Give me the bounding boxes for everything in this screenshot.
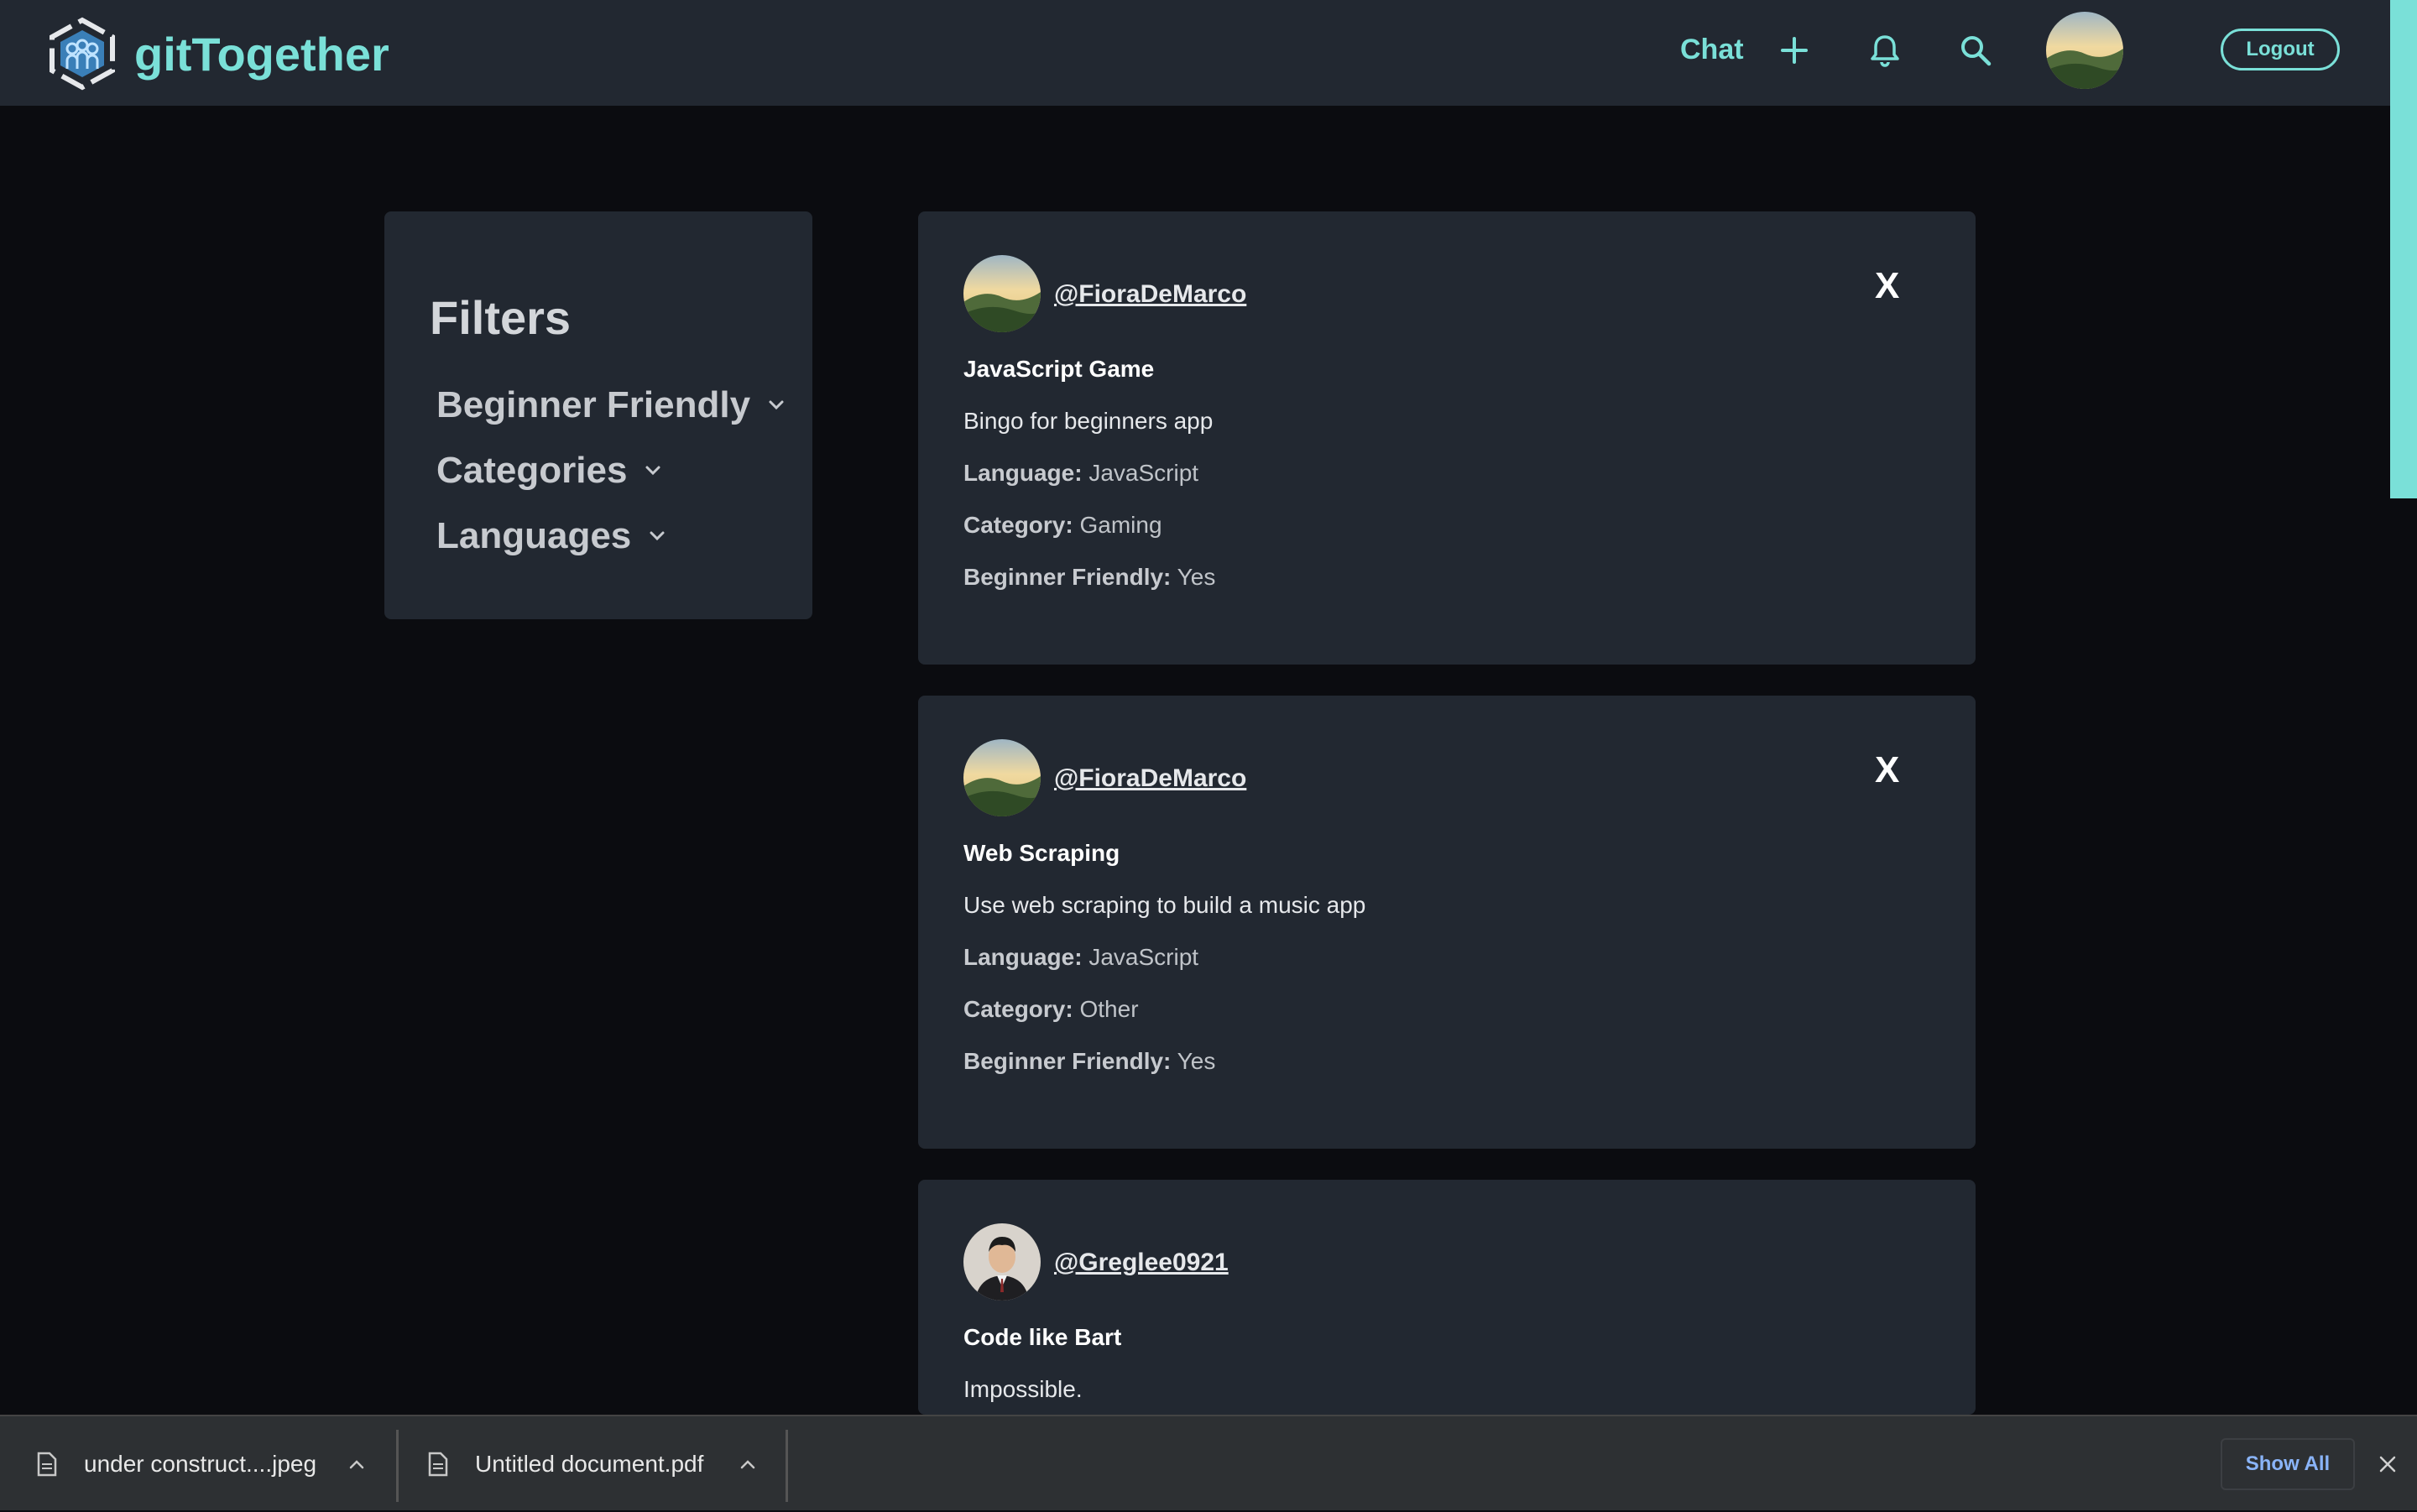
- language-label: Language:: [963, 460, 1083, 486]
- author-username-link[interactable]: @FioraDeMarco: [1054, 280, 1246, 309]
- category-value: Other: [1079, 996, 1139, 1022]
- post-beginner-friendly: Beginner Friendly: Yes: [963, 1048, 1215, 1075]
- filter-label: Languages: [436, 515, 632, 556]
- category-label: Category:: [963, 996, 1073, 1022]
- brand[interactable]: gitTogether: [45, 17, 389, 91]
- divider: [786, 1430, 788, 1502]
- file-icon: [428, 1452, 448, 1477]
- download-item[interactable]: under construct....jpeg: [37, 1416, 316, 1512]
- language-value: JavaScript: [1088, 944, 1199, 970]
- download-bar: under construct....jpeg Untitled documen…: [0, 1415, 2417, 1510]
- user-avatar[interactable]: [2046, 12, 2123, 89]
- post-title: Web Scraping: [963, 840, 1120, 866]
- filters-title: Filters: [430, 291, 572, 344]
- filter-label: Beginner Friendly: [436, 384, 751, 425]
- download-item[interactable]: Untitled document.pdf: [428, 1416, 703, 1512]
- filters-panel: Filters Beginner Friendly Categories Lan…: [384, 211, 812, 619]
- post-card: @Greglee0921 Code like Bart Impossible.: [918, 1180, 1976, 1415]
- beginner-label: Beginner Friendly:: [963, 1048, 1172, 1074]
- beginner-value: Yes: [1177, 564, 1216, 590]
- chevron-up-icon[interactable]: [346, 1453, 368, 1475]
- close-post-button[interactable]: X: [1875, 749, 1899, 791]
- beginner-value: Yes: [1177, 1048, 1216, 1074]
- filter-categories[interactable]: Categories: [436, 450, 664, 492]
- file-icon: [37, 1452, 57, 1477]
- close-post-button[interactable]: X: [1875, 265, 1899, 307]
- post-card: @FioraDeMarco X JavaScript Game Bingo fo…: [918, 211, 1976, 665]
- author-avatar[interactable]: [963, 255, 1041, 332]
- show-all-downloads-button[interactable]: Show All: [2221, 1438, 2355, 1490]
- filter-label: Categories: [436, 450, 628, 491]
- post-title: JavaScript Game: [963, 356, 1155, 382]
- search-icon[interactable]: [1955, 30, 1996, 70]
- category-value: Gaming: [1079, 512, 1162, 538]
- post-category: Category: Other: [963, 996, 1139, 1023]
- logout-button[interactable]: Logout: [2221, 29, 2340, 70]
- divider: [396, 1430, 399, 1502]
- post-category: Category: Gaming: [963, 512, 1162, 539]
- author-username-link[interactable]: @FioraDeMarco: [1054, 764, 1246, 793]
- post-beginner-friendly: Beginner Friendly: Yes: [963, 564, 1215, 591]
- chevron-down-icon: [769, 400, 784, 410]
- chevron-down-icon: [645, 466, 660, 476]
- chevron-up-icon[interactable]: [737, 1453, 759, 1475]
- language-value: JavaScript: [1088, 460, 1199, 486]
- brand-name: gitTogether: [134, 27, 389, 81]
- top-navbar: gitTogether Chat Logout: [0, 0, 2390, 106]
- beginner-label: Beginner Friendly:: [963, 564, 1172, 590]
- plus-icon[interactable]: [1774, 30, 1814, 70]
- download-filename: under construct....jpeg: [84, 1451, 317, 1477]
- close-icon[interactable]: [2377, 1453, 2399, 1475]
- post-language: Language: JavaScript: [963, 944, 1198, 971]
- language-label: Language:: [963, 944, 1083, 970]
- post-language: Language: JavaScript: [963, 460, 1198, 487]
- post-description: Bingo for beginners app: [963, 408, 1214, 434]
- author-avatar[interactable]: [963, 1223, 1041, 1301]
- download-filename: Untitled document.pdf: [475, 1451, 704, 1477]
- author-username-link[interactable]: @Greglee0921: [1054, 1249, 1229, 1277]
- post-description: Impossible.: [963, 1376, 1083, 1402]
- post-card: @FioraDeMarco X Web Scraping Use web scr…: [918, 696, 1976, 1149]
- chevron-down-icon: [650, 531, 665, 541]
- scrollbar-thumb[interactable]: [2390, 0, 2417, 498]
- filter-languages[interactable]: Languages: [436, 515, 668, 557]
- filter-beginner-friendly[interactable]: Beginner Friendly: [436, 384, 787, 426]
- category-label: Category:: [963, 512, 1073, 538]
- chat-link[interactable]: Chat: [1680, 34, 1744, 66]
- post-description: Use web scraping to build a music app: [963, 892, 1366, 918]
- author-avatar[interactable]: [963, 739, 1041, 816]
- bell-icon[interactable]: [1865, 30, 1905, 70]
- post-title: Code like Bart: [963, 1324, 1122, 1350]
- gittogether-logo-icon: [50, 17, 115, 91]
